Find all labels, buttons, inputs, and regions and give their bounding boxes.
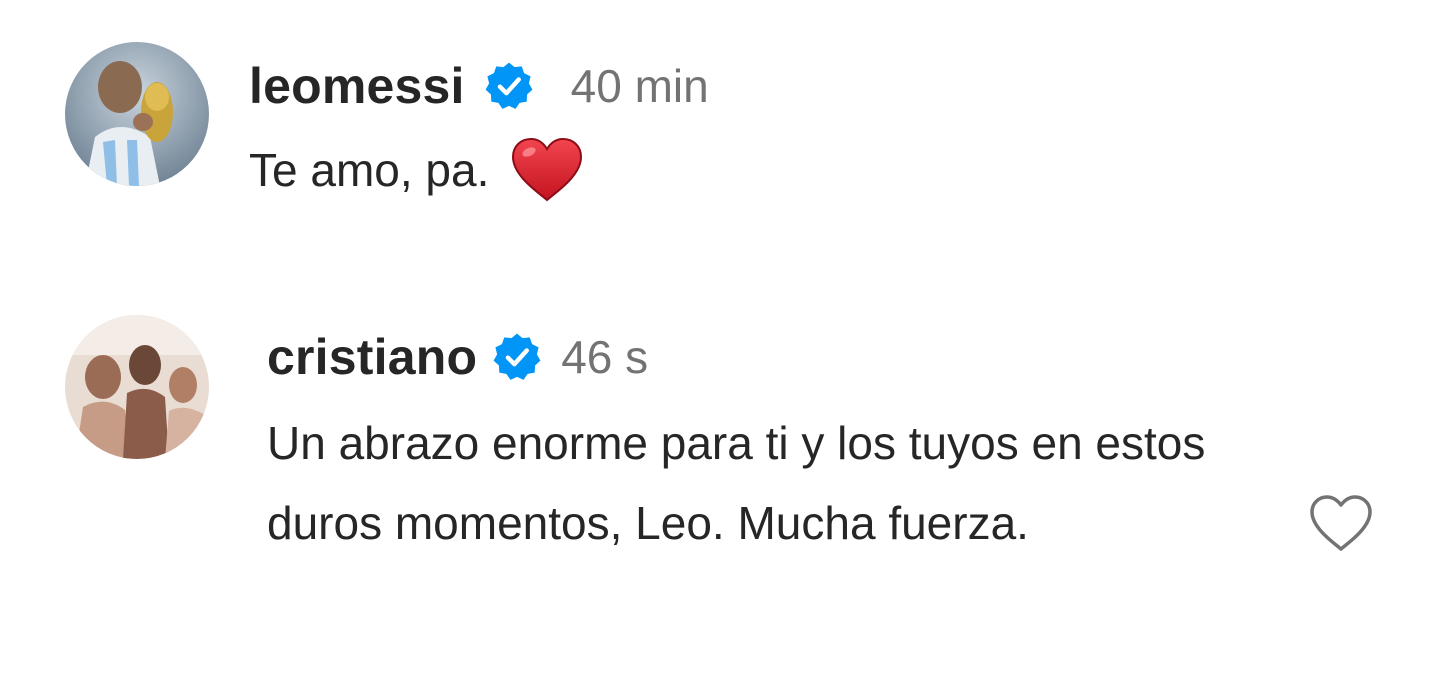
verified-badge-icon (491, 331, 543, 383)
comment-item: leomessi 40 min Te amo, pa. (0, 38, 1440, 208)
avatar[interactable] (65, 42, 209, 186)
comment-text: Te amo, pa. (249, 130, 585, 210)
username[interactable]: cristiano (267, 328, 477, 386)
comment-header: leomessi 40 min (249, 54, 709, 118)
comment-header: cristiano 46 s (267, 325, 648, 389)
comment-timestamp: 40 min (570, 60, 709, 112)
username[interactable]: leomessi (249, 57, 465, 115)
like-button[interactable] (1306, 491, 1376, 557)
comment-text: Un abrazo enorme para ti y los tuyos en … (267, 417, 1206, 549)
comment-item: cristiano 46 s Un abrazo enorme para ti … (0, 313, 1440, 653)
verified-badge-icon (483, 60, 535, 112)
comment-text-body: Te amo, pa. (249, 144, 490, 196)
avatar-image (65, 315, 209, 459)
comment-timestamp: 46 s (561, 331, 649, 383)
avatar-image (65, 42, 209, 186)
heart-outline-icon (1310, 495, 1372, 551)
avatar[interactable] (65, 315, 209, 459)
red-heart-emoji (509, 136, 585, 204)
